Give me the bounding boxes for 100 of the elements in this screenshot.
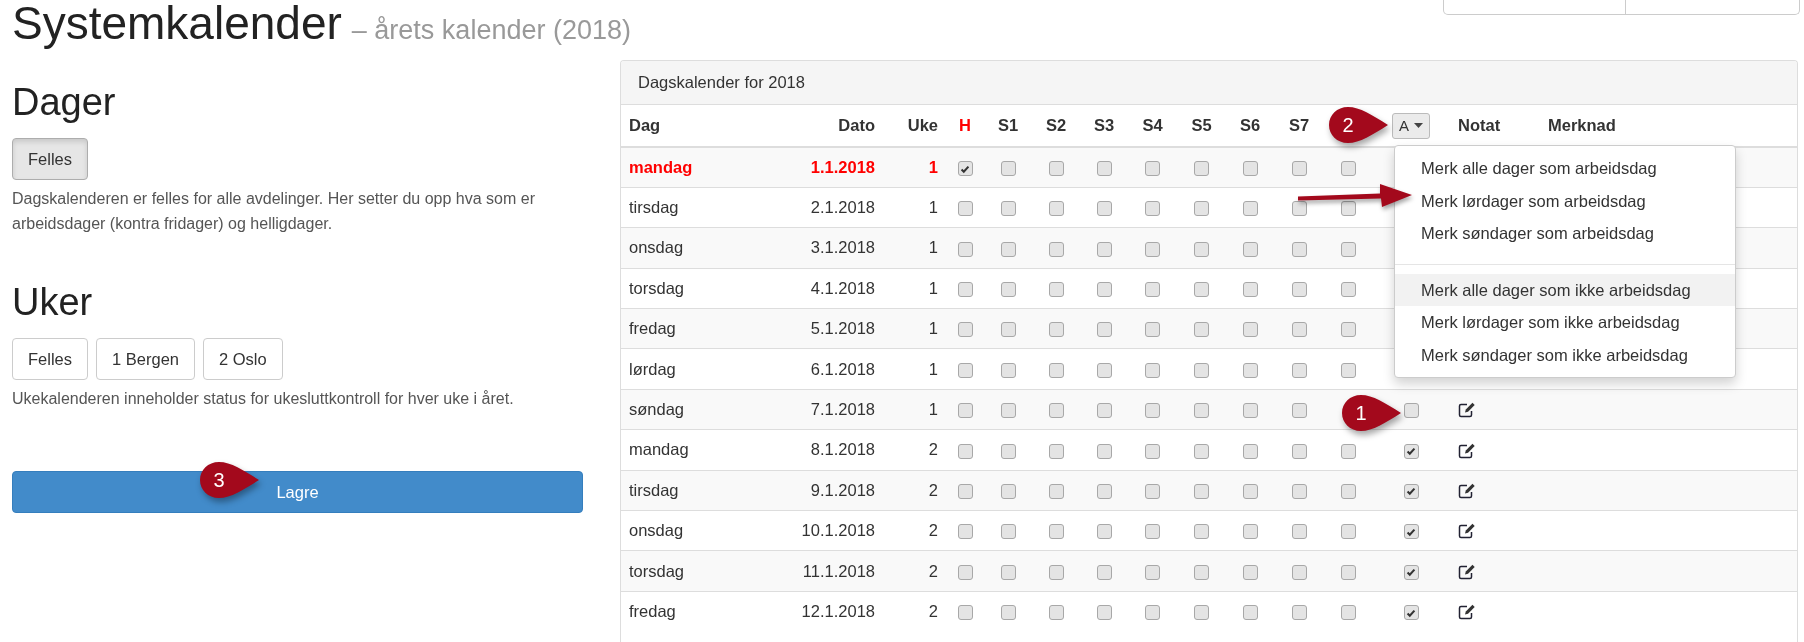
menu-item[interactable]: Merk alle dager som arbeidsdag — [1421, 152, 1735, 185]
checkbox[interactable] — [1242, 161, 1258, 177]
checkbox[interactable] — [1096, 282, 1112, 297]
checkbox[interactable] — [1242, 443, 1258, 459]
checkbox[interactable] — [957, 605, 973, 621]
checkbox[interactable] — [957, 282, 973, 297]
checkbox[interactable] — [1000, 605, 1016, 621]
checkbox[interactable] — [1242, 605, 1258, 621]
checkbox[interactable] — [1194, 564, 1209, 580]
checkbox[interactable] — [1048, 282, 1064, 297]
menu-item[interactable]: Merk lørdager som arbeidsdag — [1421, 184, 1735, 217]
checkbox[interactable] — [1000, 362, 1016, 378]
checkbox[interactable] — [1048, 201, 1064, 217]
checkbox[interactable] — [957, 362, 973, 378]
checkbox[interactable] — [1145, 282, 1160, 297]
checkbox[interactable] — [1291, 403, 1307, 419]
checkbox[interactable] — [1291, 605, 1307, 621]
checkbox[interactable] — [1291, 564, 1307, 580]
checkbox[interactable] — [1242, 483, 1258, 499]
checkbox[interactable] — [1194, 362, 1209, 378]
checkbox[interactable] — [1000, 322, 1016, 338]
dropdown-button[interactable]: A — [1392, 112, 1430, 139]
checkbox[interactable] — [1194, 605, 1209, 621]
checkbox[interactable] — [1242, 403, 1258, 419]
checkbox[interactable] — [1340, 362, 1356, 378]
checkbox[interactable] — [1145, 322, 1160, 338]
checkbox[interactable] — [1145, 605, 1160, 621]
checkbox[interactable] — [1145, 201, 1160, 217]
checkbox[interactable] — [1340, 201, 1356, 217]
checkbox[interactable] — [957, 403, 973, 419]
checkbox[interactable] — [1048, 524, 1064, 540]
checkbox[interactable] — [1242, 322, 1258, 338]
edit-icon[interactable] — [1458, 482, 1476, 500]
checkbox[interactable] — [1291, 524, 1307, 540]
checkbox[interactable] — [957, 201, 973, 217]
department-button[interactable]: Felles — [12, 338, 88, 380]
checkbox[interactable] — [1403, 443, 1419, 459]
checkbox[interactable] — [1000, 524, 1016, 540]
checkbox[interactable] — [1291, 161, 1307, 177]
checkbox[interactable] — [1096, 322, 1112, 338]
checkbox[interactable] — [1048, 605, 1064, 621]
checkbox[interactable] — [1291, 362, 1307, 378]
checkbox[interactable] — [1291, 241, 1307, 257]
toolbar-button-group[interactable] — [1443, 0, 1800, 15]
checkbox[interactable] — [1096, 201, 1112, 217]
checkbox[interactable] — [1000, 403, 1016, 419]
checkbox[interactable] — [1194, 443, 1209, 459]
checkbox[interactable] — [1048, 362, 1064, 378]
checkbox[interactable] — [1242, 524, 1258, 540]
checkbox[interactable] — [1194, 483, 1209, 499]
checkbox[interactable] — [1194, 241, 1209, 257]
checkbox[interactable] — [1145, 524, 1160, 540]
checkbox[interactable] — [1194, 282, 1209, 297]
checkbox[interactable] — [1048, 564, 1064, 580]
checkbox[interactable] — [1340, 483, 1356, 499]
checkbox[interactable] — [1291, 483, 1307, 499]
checkbox[interactable] — [1000, 241, 1016, 257]
checkbox[interactable] — [1291, 322, 1307, 338]
edit-icon[interactable] — [1458, 604, 1476, 622]
checkbox[interactable] — [1291, 443, 1307, 459]
checkbox[interactable] — [1048, 241, 1064, 257]
checkbox[interactable] — [1340, 564, 1356, 580]
checkbox[interactable] — [1048, 403, 1064, 419]
checkbox[interactable] — [1000, 443, 1016, 459]
checkbox[interactable] — [1145, 564, 1160, 580]
checkbox[interactable] — [1145, 161, 1160, 177]
checkbox[interactable] — [1048, 161, 1064, 177]
edit-icon[interactable] — [1458, 442, 1476, 460]
checkbox[interactable] — [957, 483, 973, 499]
checkbox[interactable] — [1145, 443, 1160, 459]
edit-icon[interactable] — [1458, 523, 1476, 541]
checkbox[interactable] — [1194, 524, 1209, 540]
checkbox[interactable] — [1096, 241, 1112, 257]
checkbox[interactable] — [1340, 241, 1356, 257]
checkbox[interactable] — [1000, 483, 1016, 499]
checkbox[interactable] — [1291, 282, 1307, 297]
checkbox[interactable] — [1145, 241, 1160, 257]
menu-item[interactable]: Merk søndager som arbeidsdag — [1421, 217, 1735, 250]
checkbox[interactable] — [1048, 443, 1064, 459]
checkbox[interactable] — [1096, 483, 1112, 499]
checkbox[interactable] — [1000, 564, 1016, 580]
checkbox[interactable] — [1145, 483, 1160, 499]
checkbox[interactable] — [1242, 201, 1258, 217]
checkbox[interactable] — [1096, 362, 1112, 378]
menu-item[interactable]: Merk søndager som ikke arbeidsdag — [1421, 338, 1735, 371]
checkbox[interactable] — [1340, 322, 1356, 338]
checkbox[interactable] — [957, 524, 973, 540]
checkbox[interactable] — [1340, 443, 1356, 459]
checkbox[interactable] — [1291, 201, 1307, 217]
checkbox[interactable] — [1340, 524, 1356, 540]
checkbox[interactable] — [1048, 322, 1064, 338]
checkbox[interactable] — [1145, 403, 1160, 419]
checkbox[interactable] — [1242, 241, 1258, 257]
checkbox[interactable] — [1096, 443, 1112, 459]
checkbox[interactable] — [1403, 605, 1419, 621]
menu-item[interactable]: Merk lørdager som ikke arbeidsdag — [1421, 306, 1735, 339]
checkbox[interactable] — [1403, 483, 1419, 499]
checkbox[interactable] — [1194, 161, 1209, 177]
checkbox[interactable] — [1048, 483, 1064, 499]
checkbox[interactable] — [1096, 605, 1112, 621]
